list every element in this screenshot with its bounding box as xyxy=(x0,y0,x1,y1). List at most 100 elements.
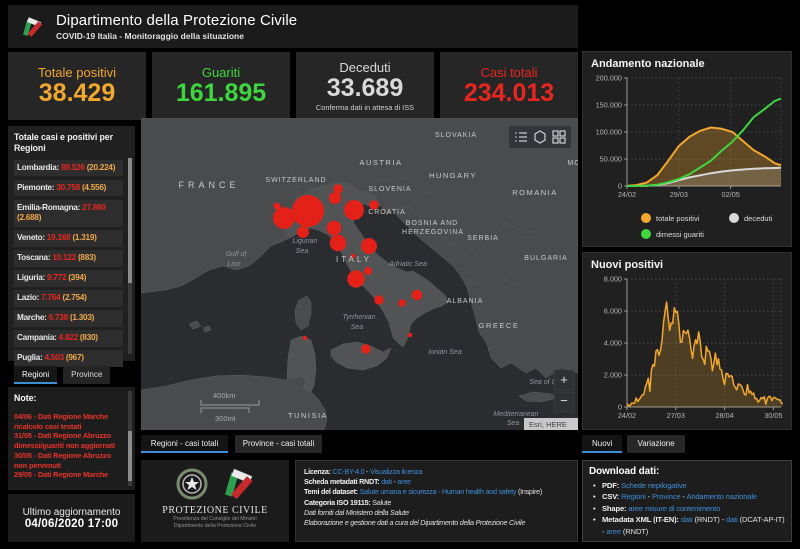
download-list: PDF: Schede riepilogativeCSV: Regioni - … xyxy=(589,480,785,537)
stats-row: Totale positivi 38.429 Guariti 161.895 D… xyxy=(8,52,578,120)
last-update-label: Ultimo aggiornamento xyxy=(22,506,121,518)
svg-text:400km: 400km xyxy=(213,391,236,400)
stat-casi-totali: Casi totali 234.013 xyxy=(440,52,578,120)
svg-text:2.000: 2.000 xyxy=(604,371,622,380)
stat-guariti: Guariti 161.895 xyxy=(152,52,290,120)
brand-name: PROTEZIONE CIVILE xyxy=(162,505,268,516)
tab-nuovi[interactable]: Nuovi xyxy=(582,435,623,453)
tab-province[interactable]: Province xyxy=(63,366,111,384)
protezione-civile-branding: PROTEZIONE CIVILE Presidenza del Consigl… xyxy=(141,460,289,542)
sea-label: Gulf of xyxy=(226,251,248,258)
case-bubble[interactable] xyxy=(344,200,364,220)
svg-text:29/03: 29/03 xyxy=(670,190,688,199)
country-label: ITALY xyxy=(336,255,372,264)
country-label: CROATIA xyxy=(368,209,406,216)
case-bubble[interactable] xyxy=(326,220,342,236)
chart-title: Nuovi positivi xyxy=(591,259,664,271)
stat-value: 33.689 xyxy=(326,74,404,102)
case-bubble[interactable] xyxy=(302,335,308,341)
download-item: Metadata XML (IT-EN): dati (RNDT) - dati… xyxy=(589,514,785,537)
regions-list-panel: Totale casi e positivi per Regioni Lomba… xyxy=(8,126,135,367)
region-row[interactable]: Lazio: 7.764 (2.754) xyxy=(14,290,123,307)
sea-label: Sea xyxy=(296,248,309,255)
link[interactable]: Province xyxy=(652,492,681,501)
tab-variazione[interactable]: Variazione xyxy=(627,435,685,453)
page-subtitle: COVID-19 Italia - Monitoraggio della sit… xyxy=(56,31,244,41)
link[interactable]: Regioni xyxy=(621,492,646,501)
nuovi-variazione-tabs: Nuovi Variazione xyxy=(582,433,690,453)
download-panel: Download dati: PDF: Schede riepilogative… xyxy=(582,460,792,542)
link[interactable]: Andamento nazionale xyxy=(686,492,757,501)
svg-text:8.000: 8.000 xyxy=(604,275,622,284)
case-bubble[interactable] xyxy=(374,295,384,305)
case-bubble[interactable] xyxy=(364,267,372,275)
case-bubble[interactable] xyxy=(347,270,365,288)
link[interactable]: Salute umana e sicurezza - Human health … xyxy=(360,487,517,496)
region-row[interactable]: Emilia-Romagna: 27.860 (2.688) xyxy=(14,199,123,227)
case-bubble[interactable] xyxy=(273,207,295,229)
country-label: FRANCE xyxy=(178,180,239,190)
legend-item: deceduti xyxy=(729,213,783,223)
andamento-nazionale-chart[interactable]: 050.000100.000150.000200.00024/02 29/03 02… xyxy=(591,72,785,200)
stat-value: 161.895 xyxy=(175,79,267,107)
link[interactable]: Schede riepilogative xyxy=(621,481,687,490)
case-bubble[interactable] xyxy=(361,344,371,354)
sea-label: Sea of C xyxy=(529,379,557,386)
stat-label: Casi totali xyxy=(480,65,538,80)
region-row[interactable]: Marche: 6.738 (1.303) xyxy=(14,310,123,327)
case-bubble[interactable] xyxy=(273,202,281,210)
region-row[interactable]: Toscana: 10.122 (883) xyxy=(14,250,123,267)
last-update-value: 04/06/2020 17:00 xyxy=(24,517,119,530)
link[interactable]: Visualizza licenza xyxy=(370,467,422,476)
regions-scrollbar[interactable] xyxy=(128,158,132,354)
case-bubble[interactable] xyxy=(407,332,413,338)
region-row[interactable]: Lombardia: 89.526 (20.224) xyxy=(14,159,123,177)
case-bubble[interactable] xyxy=(361,238,377,254)
svg-text:27/03: 27/03 xyxy=(667,411,685,420)
link[interactable]: dati xyxy=(381,477,392,486)
tab-province-casi-totali[interactable]: Province - casi totali xyxy=(235,435,322,453)
map-attribution: Esri, HERE xyxy=(529,420,567,429)
tab-regioni-casi-totali[interactable]: Regioni - casi totali xyxy=(141,435,228,453)
tab-regioni[interactable]: Regioni xyxy=(14,366,58,384)
case-bubble[interactable] xyxy=(411,289,423,301)
sea-label: Sea xyxy=(507,420,520,427)
note-item: 29/05 - Dati Regione Marche xyxy=(14,470,109,480)
link[interactable]: aree xyxy=(606,527,621,536)
svg-text:30/05: 30/05 xyxy=(764,411,782,420)
region-row[interactable]: Piemonte: 30.758 (4.556) xyxy=(14,179,123,197)
case-bubble[interactable] xyxy=(329,234,347,252)
link[interactable]: dati xyxy=(726,515,738,524)
case-bubble[interactable] xyxy=(329,192,341,204)
italy-bubble-map[interactable]: FRANCE SWITZERLAND AUSTRIA SLOVENIA HUNGARY S… xyxy=(140,117,580,431)
download-item: CSV: Regioni - Province - Andamento nazi… xyxy=(589,491,785,503)
stat-label: Deceduti xyxy=(339,60,391,75)
protezione-civile-logo-icon xyxy=(23,16,43,37)
note-item: 04/06 - Dati Regione Marche ricalcolo ca… xyxy=(14,412,109,431)
note-item: 30/05 - Dati Regione Abruzzo non pervenu… xyxy=(14,450,111,470)
stat-note: Conferma dati in attesa di ISS xyxy=(315,103,415,112)
brand-line2: Dipartimento della Protezione Civile xyxy=(173,523,257,530)
download-item: Shape: aree misure di contenimento xyxy=(589,503,785,515)
country-label: MO xyxy=(567,160,578,167)
region-row[interactable]: Liguria: 9.772 (394) xyxy=(14,270,123,287)
chart-legend: totale positivi deceduti dimessi guariti xyxy=(591,213,783,239)
stat-value: 38.429 xyxy=(38,79,116,107)
regions-list-title: Totale casi e positivi per Regioni xyxy=(14,132,113,154)
svg-text:24/02: 24/02 xyxy=(618,411,636,420)
legend-item: totale positivi xyxy=(641,213,729,223)
case-bubble[interactable] xyxy=(297,226,309,238)
case-bubble[interactable] xyxy=(292,195,324,227)
notes-scrollbar[interactable] xyxy=(128,391,132,486)
country-label: SLOVAKIA xyxy=(435,132,477,139)
link[interactable]: dati xyxy=(681,515,693,524)
region-row[interactable]: Campania: 4.822 (830) xyxy=(14,330,123,347)
link[interactable]: CC-BY-4.0 xyxy=(333,467,365,476)
notes-panel: Note: 04/06 - Dati Regione Marche ricalc… xyxy=(8,387,135,490)
nuovi-positivi-chart[interactable]: 02.0004.0006.0008.00024/02 27/03 28/04 30/0… xyxy=(591,273,785,421)
case-bubble[interactable] xyxy=(398,299,406,307)
region-row[interactable]: Veneto: 19.168 (1.319) xyxy=(14,230,123,247)
link[interactable]: aree misure di contenimento xyxy=(628,504,720,513)
link[interactable]: aree xyxy=(397,477,411,486)
notes-list: 04/06 - Dati Regione Marche ricalcolo ca… xyxy=(14,412,125,480)
